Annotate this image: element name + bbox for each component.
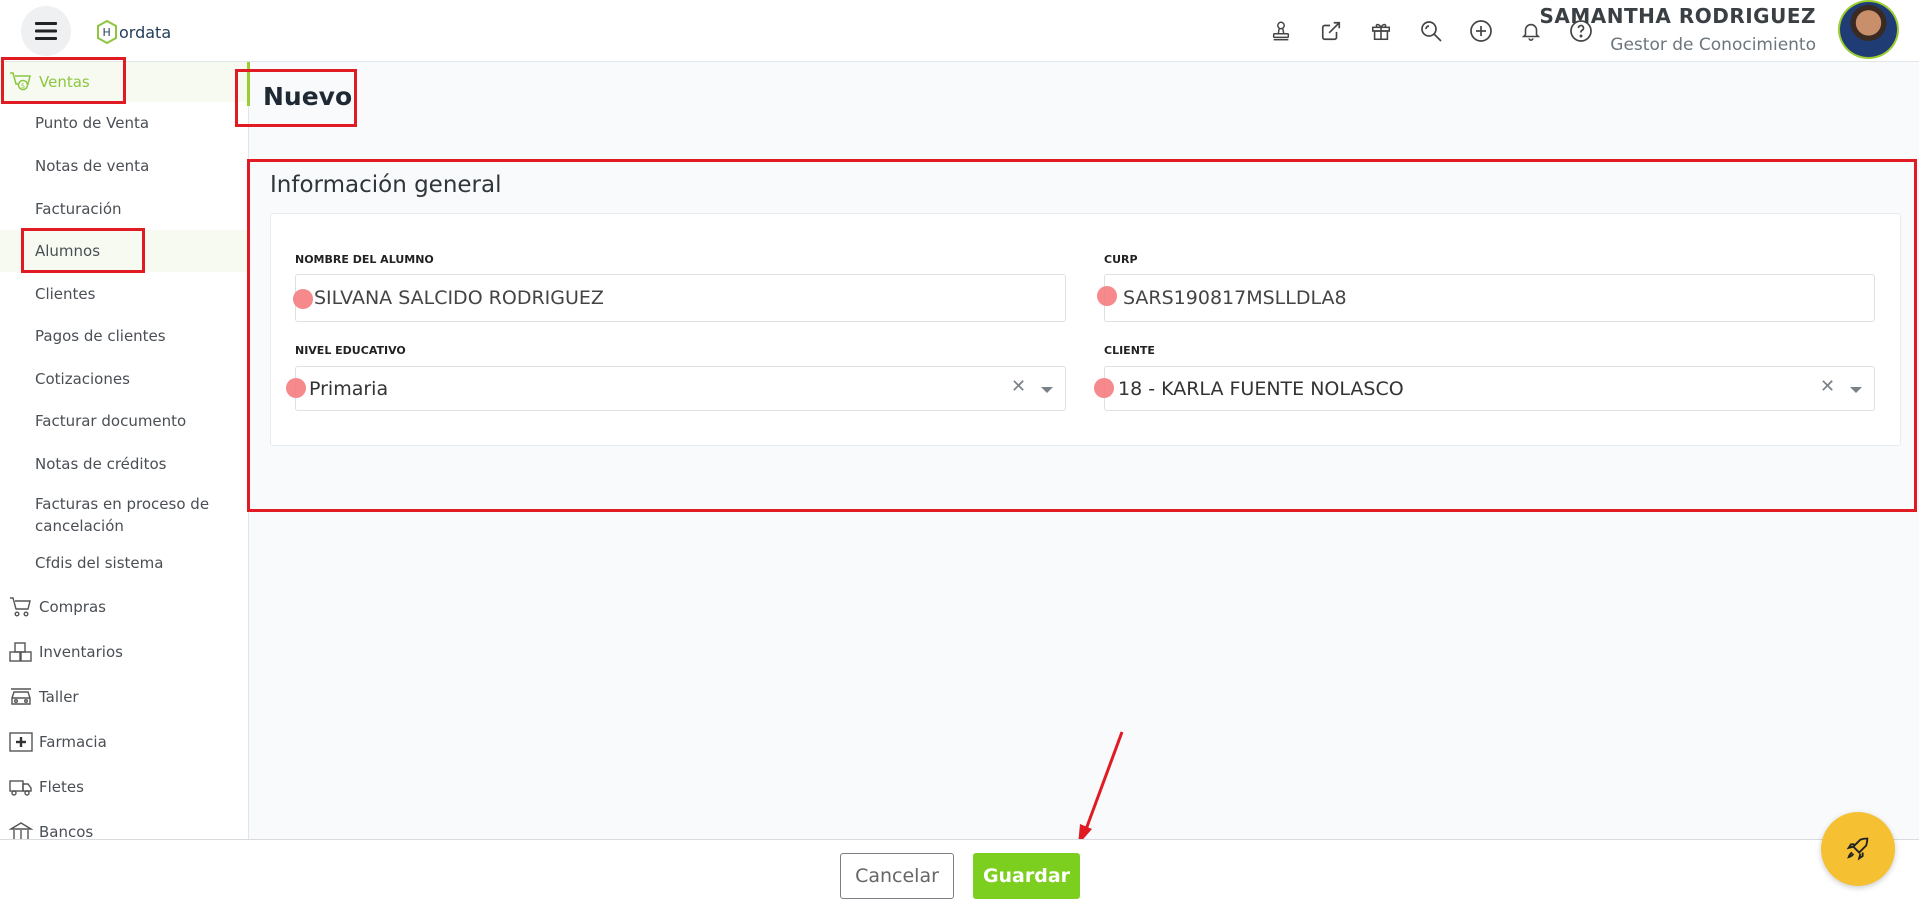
sidebar-group-fletes[interactable]: Fletes <box>0 764 248 810</box>
sidebar-item-label: Cfdis del sistema <box>35 554 164 572</box>
section-title: Información general <box>270 172 502 198</box>
required-indicator <box>1097 286 1117 306</box>
sidebar-group-label: Compras <box>39 598 106 616</box>
required-indicator <box>1094 378 1114 398</box>
rocket-icon <box>1846 837 1869 861</box>
sidebar-item-notas-de-creditos[interactable]: Notas de créditos <box>0 442 248 485</box>
required-indicator <box>293 289 313 309</box>
cancel-button[interactable]: Cancelar <box>840 853 954 899</box>
sidebar-group-inventarios[interactable]: Inventarios <box>0 630 248 674</box>
plus-circle-icon <box>1470 20 1492 42</box>
sidebar-group-bancos[interactable]: Bancos <box>0 810 248 839</box>
footer-bar <box>0 839 1919 904</box>
required-indicator <box>286 378 306 398</box>
sidebar-group-compras[interactable]: Compras <box>0 584 248 630</box>
chevron-down-icon[interactable] <box>1850 387 1862 393</box>
chevron-down-icon[interactable] <box>1041 387 1053 393</box>
boxes-icon <box>9 642 32 662</box>
sales-cart-icon: $ <box>10 72 31 91</box>
sidebar-item-clientes[interactable]: Clientes <box>0 272 248 315</box>
sidebar-group-label: Taller <box>39 688 79 706</box>
sidebar: $ Ventas Punto de Venta Notas de venta F… <box>0 62 249 839</box>
cliente-label: CLIENTE <box>1104 344 1155 357</box>
sidebar-item-label: Facturas en proceso de cancelación <box>35 495 210 535</box>
search-zoom-icon <box>1421 21 1442 42</box>
bank-icon <box>9 822 33 839</box>
sidebar-group-label: Fletes <box>39 778 84 796</box>
gift-button[interactable] <box>1362 13 1400 49</box>
curp-label: CURP <box>1104 253 1138 266</box>
hamburger-menu-button[interactable] <box>21 6 71 56</box>
save-button[interactable]: Guardar <box>973 853 1080 899</box>
sidebar-item-label: Facturación <box>35 199 122 218</box>
logo-text: ordata <box>119 22 172 42</box>
nivel-label: NIVEL EDUCATIVO <box>295 344 406 357</box>
search-button[interactable] <box>1412 13 1450 49</box>
sidebar-item-facturacion[interactable]: Facturación <box>0 187 248 230</box>
car-icon <box>11 688 31 705</box>
sidebar-group-label: Farmacia <box>39 733 107 751</box>
sidebar-item-punto-de-venta[interactable]: Punto de Venta <box>0 102 248 144</box>
hexagon-logo-icon: H <box>97 20 117 44</box>
sidebar-item-label: Cotizaciones <box>35 369 130 388</box>
sidebar-group-taller[interactable]: Taller <box>0 674 248 720</box>
form-card <box>270 213 1901 446</box>
stamp-icon <box>1272 21 1290 41</box>
page-title: Nuevo <box>263 82 353 111</box>
cliente-selected-value: 18 - KARLA FUENTE NOLASCO <box>1118 377 1404 400</box>
sidebar-group-ventas[interactable]: $ Ventas <box>0 62 248 102</box>
curp-input[interactable]: SARS190817MSLLDLA8 <box>1104 274 1875 322</box>
svg-text:$: $ <box>21 82 25 90</box>
avatar[interactable] <box>1838 0 1899 59</box>
nombre-label: NOMBRE DEL ALUMNO <box>295 253 434 266</box>
annotation-arrow-icon <box>1078 731 1124 845</box>
sidebar-item-facturas-cancelacion[interactable]: Facturas en proceso de cancelación <box>0 490 230 540</box>
nivel-selected-value: Primaria <box>309 377 389 400</box>
truck-icon <box>9 780 32 796</box>
sidebar-group-label: Ventas <box>39 73 90 91</box>
sidebar-item-label: Alumnos <box>35 242 101 260</box>
top-bar: H ordata SAMANTHA RODRIGUEZ Gestor de Co… <box>0 0 1919 62</box>
sidebar-item-pagos-de-clientes[interactable]: Pagos de clientes <box>0 315 248 357</box>
clear-icon[interactable]: ✕ <box>1820 376 1835 397</box>
sidebar-item-label: Pagos de clientes <box>35 327 166 345</box>
gift-icon <box>1371 23 1391 41</box>
sidebar-item-alumnos[interactable]: Alumnos <box>0 230 248 272</box>
svg-text:H: H <box>103 26 111 39</box>
sidebar-item-label: Punto de Venta <box>35 114 150 132</box>
external-link-icon <box>1321 21 1341 41</box>
nombre-input[interactable]: SILVANA SALCIDO RODRIGUEZ <box>295 274 1066 322</box>
sidebar-item-label: Notas de venta <box>35 156 150 175</box>
sidebar-item-cotizaciones[interactable]: Cotizaciones <box>0 357 248 400</box>
sidebar-item-facturar-documento[interactable]: Facturar documento <box>0 400 248 442</box>
sidebar-item-label: Notas de créditos <box>35 454 167 473</box>
stamp-button[interactable] <box>1262 13 1300 49</box>
sidebar-item-label: Clientes <box>35 284 96 303</box>
sidebar-item-cfdis[interactable]: Cfdis del sistema <box>0 542 248 584</box>
app-logo[interactable]: H ordata <box>97 20 171 44</box>
sidebar-group-label: Inventarios <box>39 643 123 661</box>
add-button[interactable] <box>1462 13 1500 49</box>
user-name[interactable]: SAMANTHA RODRIGUEZ <box>1540 4 1817 28</box>
sidebar-item-label: Facturar documento <box>35 412 187 430</box>
sidebar-item-notas-de-venta[interactable]: Notas de venta <box>0 144 248 187</box>
pharmacy-icon <box>9 732 33 752</box>
hamburger-icon <box>35 22 57 40</box>
sidebar-group-farmacia[interactable]: Farmacia <box>0 720 248 764</box>
clear-icon[interactable]: ✕ <box>1011 376 1026 397</box>
title-accent-bar <box>247 62 250 106</box>
cliente-select[interactable]: 18 - KARLA FUENTE NOLASCO <box>1104 366 1875 411</box>
rocket-fab-button[interactable] <box>1821 812 1895 886</box>
sidebar-group-label: Bancos <box>39 823 94 839</box>
external-link-button[interactable] <box>1312 13 1350 49</box>
cart-icon <box>10 597 31 617</box>
nivel-select[interactable]: Primaria <box>295 366 1066 411</box>
user-role: Gestor de Conocimiento <box>1610 35 1816 55</box>
